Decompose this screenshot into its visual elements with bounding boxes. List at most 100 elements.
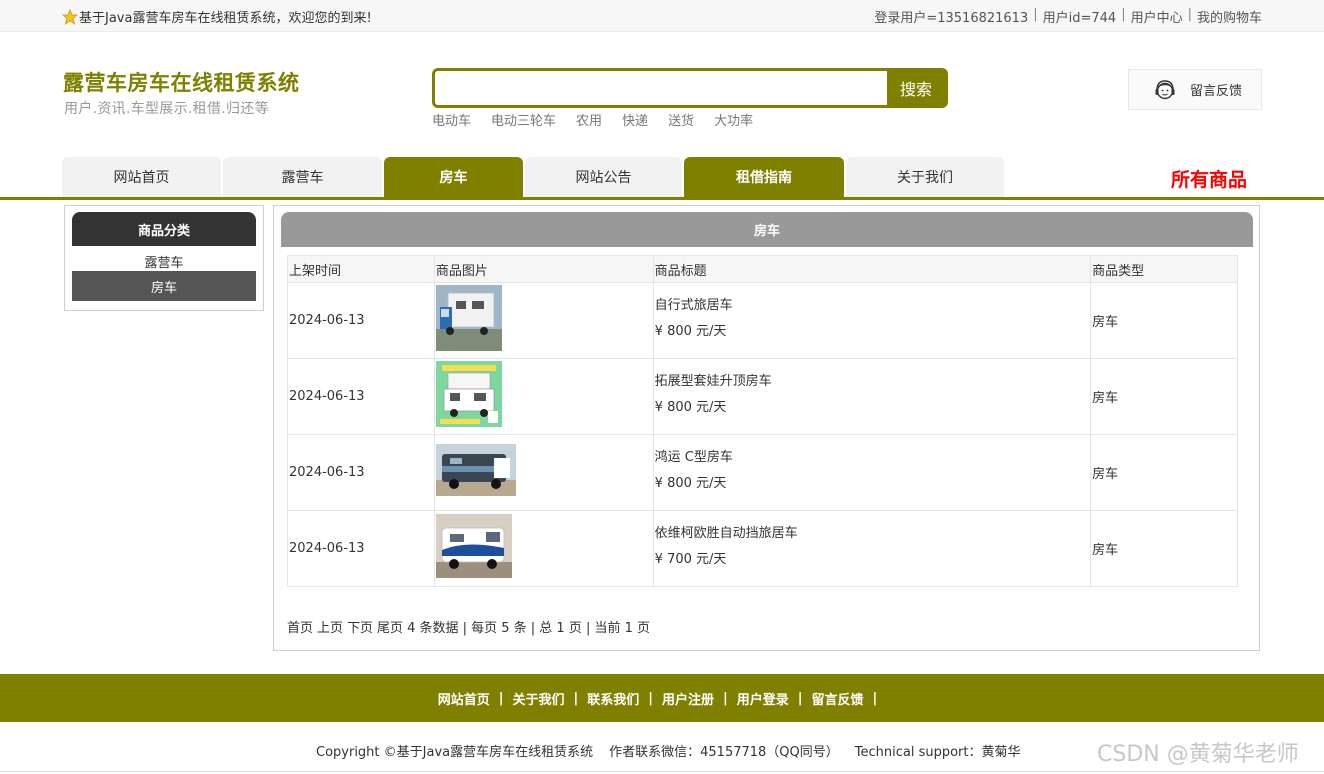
footer-separator: |	[573, 690, 579, 706]
footer-link-register[interactable]: 用户注册	[662, 689, 714, 708]
row-type: 房车	[1090, 282, 1238, 359]
separator: |	[1121, 7, 1126, 22]
main-nav: 网站首页 露营车 房车 网站公告 租借指南 关于我们	[62, 157, 1006, 197]
goods-table: 上架时间 商品图片 商品标题 商品类型 2024-06-13 自行式旅居车 ¥ …	[287, 255, 1238, 587]
login-user-text: 登录用户=13516821613	[874, 11, 1029, 26]
row-date: 2024-06-13	[287, 434, 435, 511]
copyright-text: Copyright ©基于Java露营车房车在线租赁系统	[316, 745, 594, 760]
category-item-rv[interactable]: 房车	[72, 271, 256, 301]
row-type: 房车	[1090, 510, 1238, 587]
column-header-image: 商品图片	[433, 255, 654, 283]
welcome-text: 基于Java露营车房车在线租赁系统，欢迎您的到来!	[79, 11, 372, 26]
star-icon	[62, 8, 78, 25]
nav-item-home[interactable]: 网站首页	[62, 157, 221, 197]
feedback-button[interactable]: 留言反馈	[1128, 69, 1262, 110]
pagination: 首页 上页 下页 尾页 4 条数据 | 每页 5 条 | 总 1 页 | 当前 …	[287, 617, 650, 636]
table-header-row: 上架时间 商品图片 商品标题 商品类型	[287, 255, 1238, 283]
user-center-link[interactable]: 用户中心	[1131, 7, 1183, 26]
user-links: 登录用户=13516821613 | 用户id=744 | 用户中心 | 我的购…	[874, 7, 1262, 26]
product-price: ¥ 800 元/天	[654, 475, 727, 491]
pager-first-link[interactable]: 首页	[287, 617, 313, 636]
bottom-divider	[0, 771, 1324, 772]
hot-keyword[interactable]: 大功率	[714, 110, 753, 129]
row-title-cell: 鸿运 C型房车 ¥ 800 元/天	[652, 434, 1092, 511]
column-header-title: 商品标题	[652, 255, 1092, 283]
row-type: 房车	[1090, 434, 1238, 511]
product-title-link[interactable]: 拓展型套娃升顶房车	[655, 373, 1090, 391]
goods-panel: 房车 上架时间 商品图片 商品标题 商品类型 2024-06-13 自行式旅居车…	[273, 205, 1260, 651]
cart-link[interactable]: 我的购物车	[1197, 7, 1262, 26]
nav-item-notice[interactable]: 网站公告	[525, 157, 682, 197]
row-title-cell: 依维柯欧胜自动挡旅居车 ¥ 700 元/天	[652, 510, 1092, 587]
product-thumbnail[interactable]	[435, 361, 502, 427]
search-button[interactable]: 搜索	[887, 71, 945, 105]
hot-keyword[interactable]: 快递	[622, 110, 648, 129]
all-goods-link[interactable]: 所有商品	[1171, 165, 1247, 192]
table-row: 2024-06-13 依维柯欧胜自动挡旅居车 ¥ 700 元/天 房车	[287, 510, 1238, 587]
footer-link-feedback[interactable]: 留言反馈	[812, 689, 864, 708]
nav-item-about[interactable]: 关于我们	[846, 157, 1004, 197]
csdn-watermark: CSDN @黄菊华老师	[1097, 742, 1299, 767]
row-image-cell	[433, 282, 654, 359]
table-row: 2024-06-13 鸿运 C型房车 ¥ 800 元/天 房车	[287, 434, 1238, 511]
panel-title: 房车	[281, 212, 1253, 247]
hot-keywords: 电动车 电动三轮车 农用 快递 送货 大功率	[432, 110, 773, 129]
product-title-link[interactable]: 鸿运 C型房车	[655, 449, 1090, 467]
product-title-link[interactable]: 自行式旅居车	[655, 297, 1090, 315]
pager-next-link[interactable]: 下页	[347, 617, 373, 636]
pager-last-link[interactable]: 尾页	[377, 617, 403, 636]
row-title-cell: 拓展型套娃升顶房车 ¥ 800 元/天	[652, 358, 1092, 435]
nav-item-guide[interactable]: 租借指南	[684, 157, 844, 197]
footer-separator: |	[797, 690, 803, 706]
search-input[interactable]	[435, 71, 887, 105]
row-image-cell	[433, 434, 654, 511]
footer-separator: |	[872, 690, 878, 706]
footer-separator: |	[648, 690, 653, 706]
footer-link-about[interactable]: 关于我们	[512, 689, 564, 708]
column-header-type: 商品类型	[1090, 255, 1238, 283]
row-image-cell	[433, 358, 654, 435]
search-box: 搜索	[432, 68, 948, 108]
column-header-date: 上架时间	[287, 255, 435, 283]
footer-nav: 网站首页 | 关于我们 | 联系我们 | 用户注册 | 用户登录 | 留言反馈 …	[0, 674, 1324, 722]
table-row: 2024-06-13 自行式旅居车 ¥ 800 元/天 房车	[287, 282, 1238, 359]
footer-link-contact[interactable]: 联系我们	[587, 689, 639, 708]
footer-separator: |	[498, 690, 504, 706]
row-image-cell	[433, 510, 654, 587]
row-date: 2024-06-13	[287, 510, 435, 587]
hot-keyword[interactable]: 电动车	[432, 110, 471, 129]
feedback-label: 留言反馈	[1190, 84, 1243, 99]
nav-item-camper[interactable]: 露营车	[223, 157, 382, 197]
top-bar: 基于Java露营车房车在线租赁系统，欢迎您的到来! 登录用户=135168216…	[0, 0, 1324, 32]
hot-keyword[interactable]: 送货	[668, 110, 694, 129]
row-date: 2024-06-13	[287, 358, 435, 435]
hot-keyword[interactable]: 电动三轮车	[491, 110, 556, 129]
pager-prev-link[interactable]: 上页	[317, 617, 343, 636]
product-thumbnail[interactable]	[435, 285, 502, 351]
product-title-link[interactable]: 依维柯欧胜自动挡旅居车	[655, 525, 1090, 543]
footer-link-home[interactable]: 网站首页	[438, 689, 490, 708]
hot-keyword[interactable]: 农用	[576, 110, 602, 129]
category-sidebar: 商品分类 露营车 房车	[64, 205, 264, 311]
site-subtitle: 用户.资讯.车型展示.租借.归还等	[64, 101, 269, 117]
copyright: Copyright ©基于Java露营车房车在线租赁系统 作者联系微信：4515…	[316, 741, 1037, 760]
separator: |	[1187, 7, 1192, 22]
category-title: 商品分类	[72, 212, 256, 246]
row-title-cell: 自行式旅居车 ¥ 800 元/天	[652, 282, 1092, 359]
pager-info: 4 条数据 | 每页 5 条 | 总 1 页 | 当前 1 页	[407, 621, 651, 636]
author-contact: 作者联系微信：45157718（QQ同号）	[609, 745, 839, 760]
table-row: 2024-06-13 拓展型套娃升顶房车 ¥ 800 元/天 房车	[287, 358, 1238, 435]
welcome-message: 基于Java露营车房车在线租赁系统，欢迎您的到来!	[62, 7, 372, 26]
product-price: ¥ 700 元/天	[654, 551, 727, 567]
nav-item-rv[interactable]: 房车	[384, 157, 523, 197]
site-title: 露营车房车在线租赁系统	[63, 71, 300, 95]
product-price: ¥ 800 元/天	[654, 399, 727, 415]
tech-support: Technical support：黄菊华	[854, 745, 1021, 760]
footer-separator: |	[723, 690, 728, 706]
product-thumbnail[interactable]	[435, 444, 516, 496]
product-price: ¥ 800 元/天	[654, 323, 727, 339]
separator: |	[1033, 7, 1038, 22]
headset-icon	[1155, 79, 1175, 99]
product-thumbnail[interactable]	[435, 514, 512, 578]
footer-link-login[interactable]: 用户登录	[737, 689, 789, 708]
